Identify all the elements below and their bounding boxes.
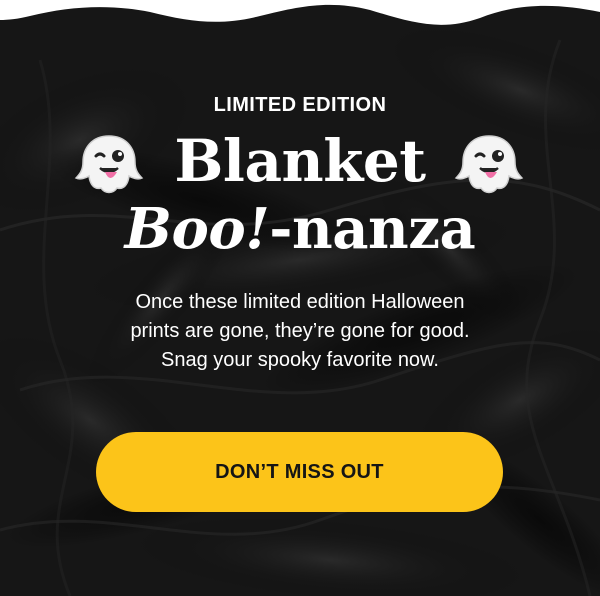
body-line-2: prints are gone, they’re gone for good. (130, 320, 470, 342)
winking-ghost-icon (454, 135, 524, 194)
body-line-3: Snag your spooky favorite now. (161, 349, 439, 371)
headline-line-2: Boo!-nanza (0, 196, 600, 262)
dont-miss-out-button[interactable]: DON’T MISS OUT (96, 432, 503, 512)
limited-edition-label: LIMITED EDITION (213, 94, 387, 116)
headline-nanza: -nanza (269, 196, 476, 262)
promo-banner: LIMITED EDITION Blanket Boo!-nanza Once … (0, 0, 600, 596)
body-line-1: Once these limited edition Halloween (135, 291, 465, 313)
promo-content: LIMITED EDITION Blanket Boo!-nanza Once … (0, 0, 600, 596)
headline-italic-boo: Boo! (124, 196, 270, 262)
promo-body-text: Once these limited edition Halloween pri… (70, 288, 530, 375)
